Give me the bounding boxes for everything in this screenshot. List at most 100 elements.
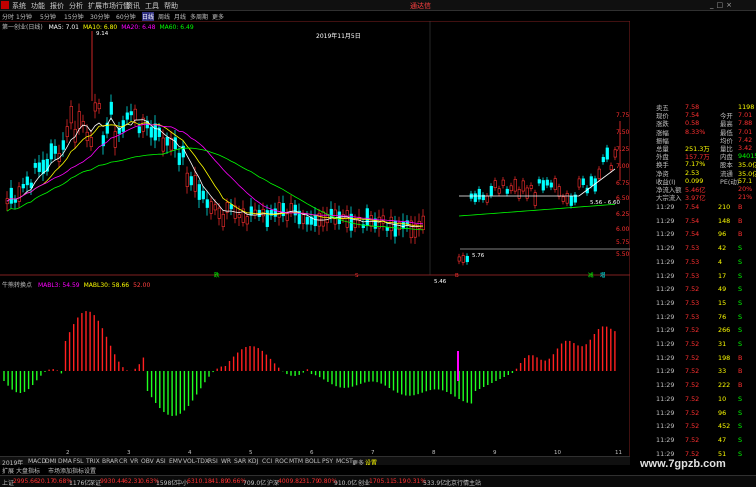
menu-help[interactable]: 帮助	[164, 1, 178, 11]
menu-info[interactable]: 资讯	[126, 1, 140, 11]
menu-analysis[interactable]: 分析	[69, 1, 83, 11]
tab-12[interactable]: EMV	[169, 458, 182, 465]
tab-19[interactable]: ROC	[275, 458, 288, 465]
tab-9[interactable]: VR	[130, 458, 138, 465]
period-4[interactable]: 30分钟	[90, 12, 110, 21]
tick-row: 11:29 7.52 31 S	[630, 340, 756, 348]
tick-volume: 198	[718, 353, 731, 362]
window-controls[interactable]: _□×	[710, 1, 735, 9]
tick-volume: 33	[718, 367, 727, 376]
tab-10[interactable]: OBV	[141, 458, 154, 465]
menu-ext-market[interactable]: 扩展市场行情	[88, 1, 130, 11]
indicator-legend: 牛熊转换点 MABL3: 54.59 MABL30: 58.66 52.00	[2, 280, 150, 289]
tick-price: 7.53	[685, 257, 700, 266]
tab-6[interactable]: TRIX	[86, 458, 100, 465]
app-logo-icon	[1, 1, 9, 9]
period-2[interactable]: 5分钟	[40, 12, 56, 21]
tick-price: 7.53	[685, 244, 700, 253]
quote-value: 0.58	[685, 119, 700, 128]
tick-time: 11:29	[656, 244, 675, 253]
price-mark-1: 5.46	[434, 279, 447, 285]
status-item: 1705.11	[369, 478, 394, 485]
tab-15[interactable]: WR	[221, 458, 231, 465]
period-10[interactable]: 更多	[212, 12, 224, 21]
ma-value-1: MA10: 6.80	[83, 24, 118, 31]
tab-2[interactable]: MACD	[28, 458, 46, 465]
signal-mark-2: B	[455, 273, 459, 279]
tick-time: 11:29	[656, 203, 675, 211]
tab-22[interactable]: PSY	[322, 458, 333, 465]
tick-time: 11:29	[656, 298, 675, 307]
status-item: 2995.66	[13, 478, 38, 485]
tick-row: 11:29 7.52 266 S	[630, 326, 756, 334]
menu-system[interactable]: 系统	[12, 1, 26, 11]
menu-function[interactable]: 功能	[31, 1, 45, 11]
tab-8[interactable]: CR	[119, 458, 127, 465]
tick-row: 11:29 7.52 47 S	[630, 436, 756, 444]
period-7[interactable]: 周线	[158, 12, 170, 21]
tick-row: 11:29 7.53 42 S	[630, 244, 756, 252]
status-item: 6310.18	[187, 478, 212, 485]
period-9[interactable]: 多周期	[190, 12, 208, 21]
tick-row: 11:29 7.52 51 S	[630, 450, 756, 458]
tab-18[interactable]: CCI	[262, 458, 272, 465]
tick-row: 11:29 7.52 96 S	[630, 409, 756, 417]
tick-time: 11:29	[656, 257, 675, 266]
close-icon[interactable]: ×	[726, 1, 735, 9]
price-tick-3: 7.00	[616, 163, 630, 170]
tick-side: S	[738, 326, 743, 335]
price-tick-7: 6.00	[616, 226, 630, 233]
tick-time: 11:29	[656, 408, 675, 417]
period-5[interactable]: 60分钟	[116, 12, 136, 21]
tick-price: 7.52	[685, 422, 700, 431]
tab-21[interactable]: BOLL	[305, 458, 320, 465]
tab-17[interactable]: KDJ	[248, 458, 258, 465]
period-6[interactable]: 日线	[142, 12, 155, 21]
signal-mark-0: 跌	[214, 271, 220, 279]
subtab-0[interactable]: 扩展	[2, 466, 14, 475]
tab-7[interactable]: BRAR	[102, 458, 118, 465]
subtab-3[interactable]: 添加指标设置	[60, 466, 96, 475]
tick-row: 11:29 7.52 33 B	[630, 367, 756, 375]
tab-11[interactable]: ASI	[156, 458, 166, 465]
price-tick-4: 6.75	[616, 180, 630, 187]
tab-14[interactable]: RSI	[208, 458, 218, 465]
period-0[interactable]: 分时	[2, 12, 14, 21]
tab-20[interactable]: MTM	[289, 458, 303, 465]
period-8[interactable]: 月线	[174, 12, 186, 21]
maximize-icon[interactable]: □	[717, 1, 727, 9]
ma-value-2: MA20: 6.48	[121, 24, 156, 31]
quote-value: 2.53	[685, 168, 700, 177]
tab-5[interactable]: FSL	[73, 458, 84, 465]
subtab-2[interactable]: 市场	[48, 466, 60, 475]
tab-23[interactable]: MCST	[336, 458, 353, 465]
quote-value-2: 7.01	[738, 111, 753, 120]
kline-chart[interactable]: 7.757.507.257.006.756.506.256.005.755.50…	[0, 21, 630, 456]
subtab-1[interactable]: 大盘指标	[16, 466, 40, 475]
indicator-value-0: MABL3: 54.59	[37, 282, 80, 289]
period-1[interactable]: 1分钟	[16, 12, 32, 21]
watermark: www.7gpzb.com	[640, 458, 726, 470]
tab-4[interactable]: DMA	[58, 458, 72, 465]
tick-side: B	[738, 381, 743, 390]
tick-price: 7.52	[685, 367, 700, 376]
quote-value-2: 21%	[738, 193, 753, 202]
status-item: 4009.82	[278, 478, 303, 485]
tick-volume: 76	[718, 312, 727, 321]
menu-quote[interactable]: 报价	[50, 1, 64, 11]
tab-16[interactable]: SAR	[234, 458, 246, 465]
tick-row: 11:29 7.53 17 S	[630, 272, 756, 280]
stock-name-label: 第一创业(日线)	[2, 24, 43, 31]
menu-tools[interactable]: 工具	[145, 1, 159, 11]
quote-value-2: 7.01	[738, 127, 753, 136]
tick-time: 11:29	[656, 230, 675, 239]
tick-volume: 96	[718, 408, 727, 417]
tab-3[interactable]: DMI	[45, 458, 57, 465]
tick-side: S	[738, 449, 743, 458]
status-item: 41.89	[211, 478, 229, 485]
tick-price: 7.54	[685, 230, 700, 239]
tab-13[interactable]: VOL-TDX	[183, 458, 209, 465]
tick-price: 7.52	[685, 353, 700, 362]
tick-price: 7.52	[685, 326, 700, 335]
period-3[interactable]: 15分钟	[64, 12, 84, 21]
